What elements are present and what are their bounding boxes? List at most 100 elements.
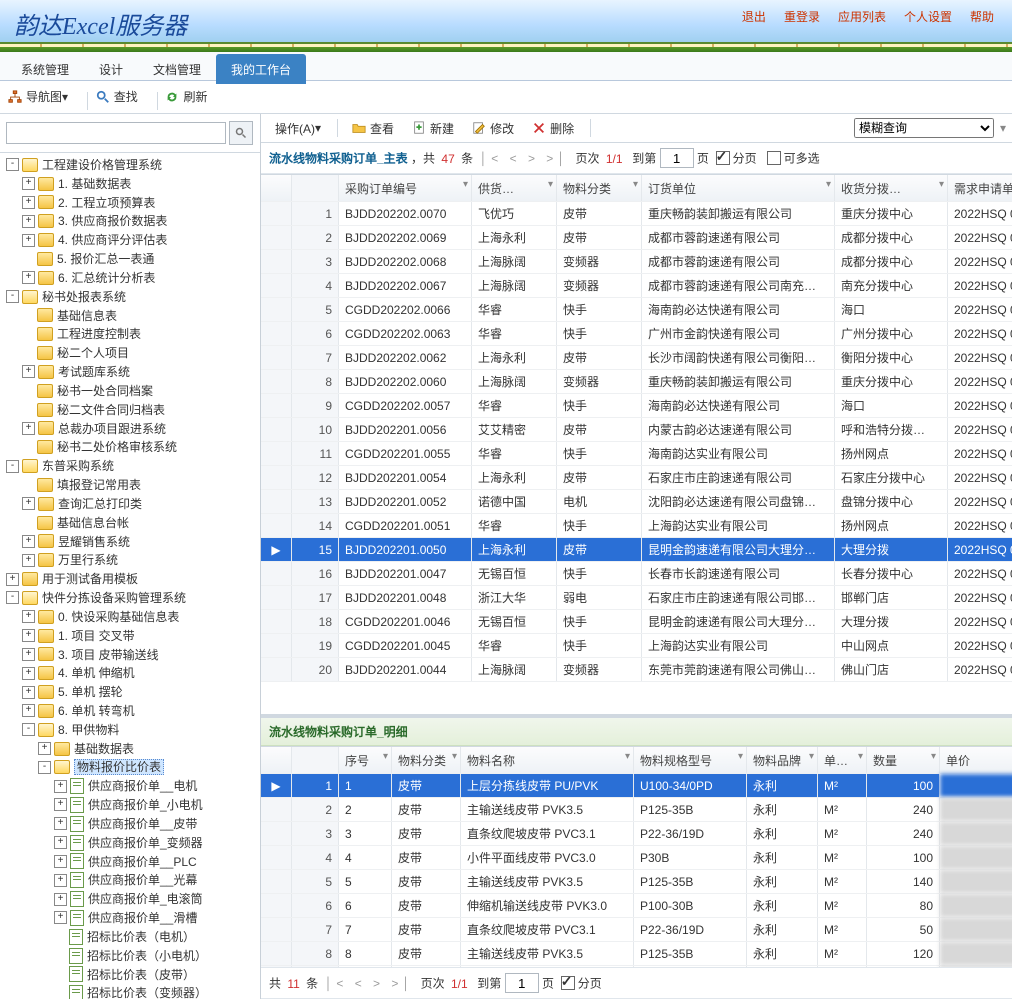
column-header[interactable]: 采购订单编号▾ — [339, 175, 472, 202]
main-tab[interactable]: 文档管理 — [138, 54, 216, 84]
tree-toggle[interactable]: + — [54, 817, 67, 830]
tree-toggle[interactable]: + — [54, 855, 67, 868]
detail-paging-checkbox[interactable] — [561, 976, 575, 990]
table-row[interactable]: ▶11皮带上层分拣线皮带 PU/PVKU100-34/0PD永利M²100 — [261, 774, 1012, 798]
table-row[interactable]: 66皮带伸缩机输送线皮带 PVK3.0P100-30B永利M²80 — [261, 894, 1012, 918]
table-row[interactable]: 5CGDD202202.0066华睿快手海南韵必达快递有限公司海口2022HSQ… — [261, 298, 1012, 322]
table-row[interactable]: 55皮带主输送线皮带 PVK3.5P125-35B永利M²140 — [261, 870, 1012, 894]
tree-item[interactable]: 招标比价表（电机） — [87, 930, 195, 944]
tree-toggle[interactable]: + — [6, 573, 19, 586]
column-header[interactable]: 物料分类▾ — [392, 747, 461, 774]
tree-toggle[interactable]: + — [22, 704, 35, 717]
tree-search-input[interactable] — [6, 122, 226, 144]
edit-button[interactable]: 修改 — [464, 116, 522, 141]
tree-item[interactable]: 基础信息台帐 — [57, 516, 129, 530]
table-row[interactable]: 16BJDD202201.0047无锡百恒快手长春市长韵速递有限公司长春分拨中心… — [261, 562, 1012, 586]
tree-item[interactable]: 招标比价表（小电机） — [87, 949, 207, 963]
top-link[interactable]: 帮助 — [970, 10, 994, 24]
multiselect-checkbox[interactable] — [767, 151, 781, 165]
tree-item[interactable]: 物料报价比价表 — [74, 759, 164, 775]
tree-toggle[interactable]: + — [22, 422, 35, 435]
tree-item[interactable]: 供应商报价单__光幕 — [88, 873, 197, 887]
table-row[interactable]: 13BJDD202201.0052诺德中国电机沈阳韵必达速递有限公司盘锦…盘锦分… — [261, 490, 1012, 514]
table-row[interactable]: 44皮带小件平面线皮带 PVC3.0P30B永利M²100 — [261, 846, 1012, 870]
tree-toggle[interactable]: + — [22, 234, 35, 247]
table-row[interactable]: 14CGDD202201.0051华睿快手上海韵达实业有限公司扬州网点2022H… — [261, 514, 1012, 538]
tree-toggle[interactable]: + — [22, 648, 35, 661]
tree-item[interactable]: 供应商报价单__电机 — [88, 779, 197, 793]
column-header[interactable]: 数量▾ — [867, 747, 940, 774]
tree-item[interactable]: 昱耀销售系统 — [58, 534, 130, 548]
tree-toggle[interactable]: + — [22, 365, 35, 378]
tree-toggle[interactable]: + — [54, 911, 67, 924]
table-row[interactable]: 12BJDD202201.0054上海永利皮带石家庄市庄韵速递有限公司石家庄分拨… — [261, 466, 1012, 490]
tree-toggle[interactable]: + — [22, 667, 35, 680]
tree-item[interactable]: 考试题库系统 — [58, 365, 130, 379]
tree-toggle[interactable]: - — [6, 460, 19, 473]
tree-item[interactable]: 基础信息表 — [57, 308, 117, 322]
tree-toggle[interactable]: + — [54, 893, 67, 906]
column-header[interactable]: 单…▾ — [818, 747, 867, 774]
tree-item[interactable]: 供应商报价单__皮带 — [88, 817, 197, 831]
tree-toggle[interactable]: + — [22, 497, 35, 510]
new-button[interactable]: 新建 — [404, 116, 462, 141]
goto-page-input[interactable] — [660, 148, 694, 168]
table-row[interactable]: 7BJDD202202.0062上海永利皮带长沙市阔韵快递有限公司衡阳…衡阳分拨… — [261, 346, 1012, 370]
tree-item[interactable]: 秘书二处价格审核系统 — [57, 440, 177, 454]
table-row[interactable]: 3BJDD202202.0068上海脉阔变频器成都市蓉韵速递有限公司成都分拨中心… — [261, 250, 1012, 274]
tree-item[interactable]: 秘书一处合同档案 — [57, 384, 153, 398]
tree-item[interactable]: 4. 供应商评分评估表 — [58, 233, 167, 247]
tree-item[interactable]: 6. 单机 转弯机 — [58, 704, 135, 718]
table-row[interactable]: 77皮带直条纹爬坡皮带 PVC3.1P22-36/19D永利M²50 — [261, 918, 1012, 942]
fuzzy-search-select[interactable]: 模糊查询 — [854, 118, 994, 138]
tree-item[interactable]: 3. 项目 皮带输送线 — [58, 647, 159, 661]
tree-toggle[interactable]: + — [22, 610, 35, 623]
top-link[interactable]: 重登录 — [784, 10, 820, 24]
table-row[interactable]: 17BJDD202201.0048浙江大华弱电石家庄市庄韵速递有限公司邯…邯郸门… — [261, 586, 1012, 610]
detail-data-grid[interactable]: 序号▾物料分类▾物料名称▾物料规格型号▾物料品牌▾单…▾数量▾单价▾含税…▾▶1… — [261, 746, 1012, 967]
tree-item[interactable]: 秘二个人项目 — [57, 346, 129, 360]
tree-toggle[interactable]: - — [6, 591, 19, 604]
column-header[interactable]: 物料名称▾ — [461, 747, 634, 774]
table-row[interactable]: 8BJDD202202.0060上海脉阔变频器重庆畅韵装卸搬运有限公司重庆分拨中… — [261, 370, 1012, 394]
tree-item[interactable]: 6. 汇总统计分析表 — [58, 271, 155, 285]
table-row[interactable]: 88皮带主输送线皮带 PVK3.5P125-35B永利M²120 — [261, 942, 1012, 966]
tree-item[interactable]: 快件分拣设备采购管理系统 — [42, 591, 186, 605]
view-button[interactable]: 查看 — [344, 116, 402, 141]
tree-toggle[interactable]: + — [54, 780, 67, 793]
table-row[interactable]: 4BJDD202202.0067上海脉阔变频器成都市蓉韵速递有限公司南充…南充分… — [261, 274, 1012, 298]
paging-checkbox[interactable] — [716, 151, 730, 165]
tree-toggle[interactable]: + — [54, 874, 67, 887]
main-tab[interactable]: 系统管理 — [6, 54, 84, 84]
column-header[interactable]: 订货单位▾ — [642, 175, 835, 202]
tree-item[interactable]: 工程建设价格管理系统 — [42, 158, 162, 172]
nav-find-button[interactable]: 查找 — [96, 81, 138, 113]
nav-map-button[interactable]: 导航图 ▾ — [8, 81, 68, 113]
table-row[interactable]: ▶15BJDD202201.0050上海永利皮带昆明金韵速递有限公司大理分…大理… — [261, 538, 1012, 562]
tree-item[interactable]: 1. 项目 交叉带 — [58, 629, 135, 643]
table-row[interactable]: 11CGDD202201.0055华睿快手海南韵达实业有限公司扬州网点2022H… — [261, 442, 1012, 466]
tree-item[interactable]: 招标比价表（皮带） — [87, 967, 195, 981]
top-link[interactable]: 应用列表 — [838, 10, 886, 24]
table-row[interactable]: 18CGDD202201.0046无锡百恒快手昆明金韵速递有限公司大理分…大理分… — [261, 610, 1012, 634]
table-row[interactable]: 22皮带主输送线皮带 PVK3.5P125-35B永利M²240 — [261, 798, 1012, 822]
tree-toggle[interactable]: - — [38, 761, 51, 774]
delete-button[interactable]: 删除 — [524, 116, 582, 141]
main-tab[interactable]: 我的工作台 — [216, 54, 306, 84]
column-header[interactable]: 收货分拨…▾ — [835, 175, 948, 202]
tree-toggle[interactable]: + — [54, 836, 67, 849]
main-data-grid[interactable]: 采购订单编号▾供货…▾物料分类▾订货单位▾收货分拨…▾需求申请单编号▾1BJDD… — [261, 174, 1012, 714]
tree-toggle[interactable]: + — [22, 271, 35, 284]
column-header[interactable]: 物料分类▾ — [557, 175, 642, 202]
tree-item[interactable]: 供应商报价单_变频器 — [88, 836, 203, 850]
tree-toggle[interactable]: + — [22, 215, 35, 228]
table-row[interactable]: 20BJDD202201.0044上海脉阔变频器东莞市莞韵速递有限公司佛山…佛山… — [261, 658, 1012, 682]
table-row[interactable]: 6CGDD202202.0063华睿快手广州市金韵快递有限公司广州分拨中心202… — [261, 322, 1012, 346]
tree-item[interactable]: 填报登记常用表 — [57, 478, 141, 492]
tree-toggle[interactable]: + — [38, 742, 51, 755]
tree-item[interactable]: 0. 快设采购基础信息表 — [58, 610, 179, 624]
column-header[interactable]: 单价▾ — [940, 747, 1012, 774]
tree-item[interactable]: 查询汇总打印类 — [58, 497, 142, 511]
column-header[interactable]: 需求申请单编号▾ — [948, 175, 1012, 202]
tree-toggle[interactable]: + — [22, 629, 35, 642]
